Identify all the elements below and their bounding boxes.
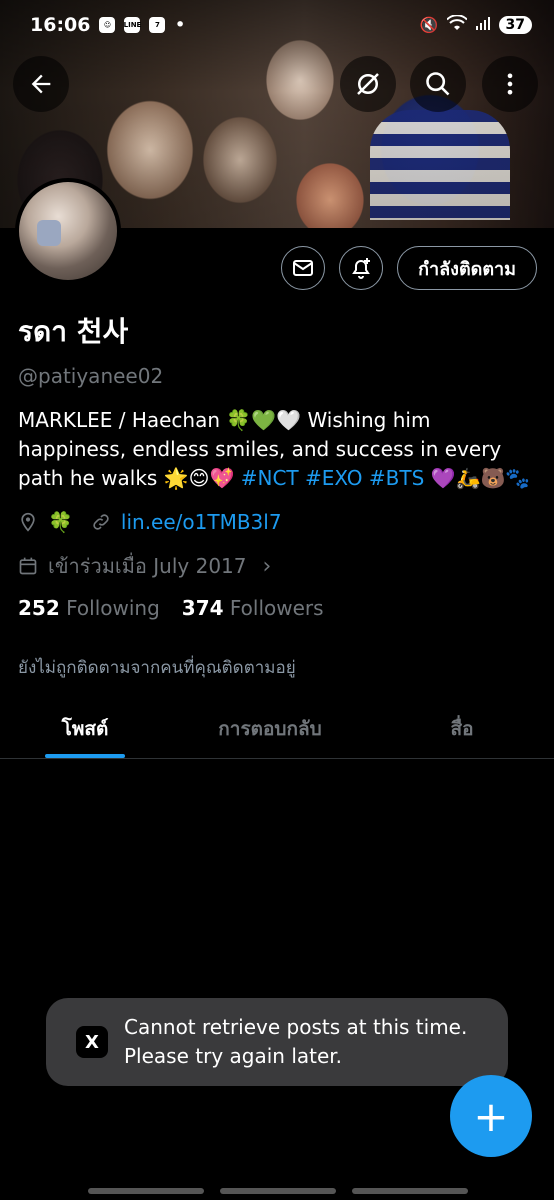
- tab-posts[interactable]: โพสต์: [0, 700, 170, 758]
- signal-icon: [475, 15, 491, 35]
- notify-button[interactable]: [339, 246, 384, 290]
- seven-eleven-icon: 7: [149, 17, 166, 33]
- nav-bar-segment: [352, 1188, 468, 1194]
- hide-banner-button[interactable]: [340, 56, 396, 112]
- joined-date-text: เข้าร่วมเมื่อ July 2017: [48, 554, 247, 578]
- location-text: 🍀: [48, 510, 73, 534]
- error-toast: X Cannot retrieve posts at this time. Pl…: [46, 998, 508, 1086]
- profile-actions: กำลังติดตาม: [281, 246, 537, 290]
- back-button[interactable]: [13, 56, 69, 112]
- profile-avatar[interactable]: [15, 178, 121, 284]
- nav-bar-segment: [88, 1188, 204, 1194]
- profile-bio: MARKLEE / Haechan 🍀💚🤍 Wishing him happin…: [18, 406, 538, 493]
- user-handle: @patiyanee02: [18, 364, 164, 388]
- x-logo-icon: X: [76, 1026, 108, 1058]
- hashtag-link[interactable]: #EXO: [305, 466, 363, 490]
- followers-stat[interactable]: 374 Followers: [182, 596, 324, 620]
- following-stat[interactable]: 252 Following: [18, 596, 160, 620]
- status-right: 🔇 37: [419, 14, 532, 35]
- profile-meta-location-link: 🍀 lin.ee/o1TMB3l7: [18, 510, 282, 534]
- line-app-icon: LINE: [124, 17, 141, 33]
- compose-post-button[interactable]: +: [450, 1075, 532, 1157]
- bell-plus-icon: [352, 258, 371, 279]
- toast-message: Cannot retrieve posts at this time. Plea…: [124, 1015, 468, 1068]
- hashtag-link[interactable]: #NCT: [241, 466, 299, 490]
- plus-icon: +: [473, 1091, 509, 1141]
- joined-date-row[interactable]: เข้าร่วมเมื่อ July 2017 ›: [18, 550, 271, 582]
- search-button[interactable]: [410, 56, 466, 112]
- link-icon: [93, 514, 109, 530]
- arrow-left-icon: [31, 74, 51, 94]
- profile-tabs: โพสต์ การตอบกลับ สื่อ: [0, 700, 554, 759]
- status-bar: 16:06 ☺ LINE 7 • 🔇 37: [0, 0, 554, 50]
- system-nav-bar: [88, 1188, 468, 1194]
- more-notifications-dot-icon: •: [174, 14, 186, 36]
- chevron-right-icon: ›: [262, 553, 272, 579]
- location-pin-icon: [21, 512, 35, 532]
- wifi-icon: [445, 14, 468, 35]
- display-name: รดา 천사: [18, 315, 129, 348]
- following-count: 252: [18, 596, 60, 620]
- profile-website-link[interactable]: lin.ee/o1TMB3l7: [121, 510, 282, 534]
- avatar-photo-detail: [37, 220, 61, 246]
- follow-stats: 252 Following 374 Followers: [18, 596, 324, 620]
- mail-icon: [293, 260, 314, 276]
- eye-slash-icon: [357, 73, 379, 95]
- followers-label: Followers: [229, 596, 324, 620]
- mute-icon: 🔇: [419, 16, 439, 34]
- hashtag-link[interactable]: #BTS: [369, 466, 424, 490]
- more-vertical-icon: [507, 73, 513, 95]
- status-left: 16:06 ☺ LINE 7 •: [30, 14, 186, 36]
- tab-media[interactable]: สื่อ: [370, 700, 554, 758]
- battery-level: 37: [498, 16, 532, 34]
- calendar-icon: [19, 557, 37, 575]
- message-button[interactable]: [281, 246, 326, 290]
- following-button[interactable]: กำลังติดตาม: [397, 246, 537, 290]
- nav-bar-segment: [220, 1188, 336, 1194]
- following-label: Following: [66, 596, 160, 620]
- more-options-button[interactable]: [482, 56, 538, 112]
- status-time: 16:06: [30, 14, 91, 36]
- not-followed-note: ยังไม่ถูกติดตามจากคนที่คุณติดตามอยู่: [18, 658, 296, 678]
- tab-replies[interactable]: การตอบกลับ: [170, 700, 370, 758]
- search-icon: [426, 72, 450, 96]
- followers-count: 374: [181, 596, 224, 620]
- avatar-image: [19, 182, 117, 280]
- app-notification-icon: ☺: [99, 17, 116, 33]
- bio-emoji-tail: 💜🛵🐻🐾: [430, 466, 531, 490]
